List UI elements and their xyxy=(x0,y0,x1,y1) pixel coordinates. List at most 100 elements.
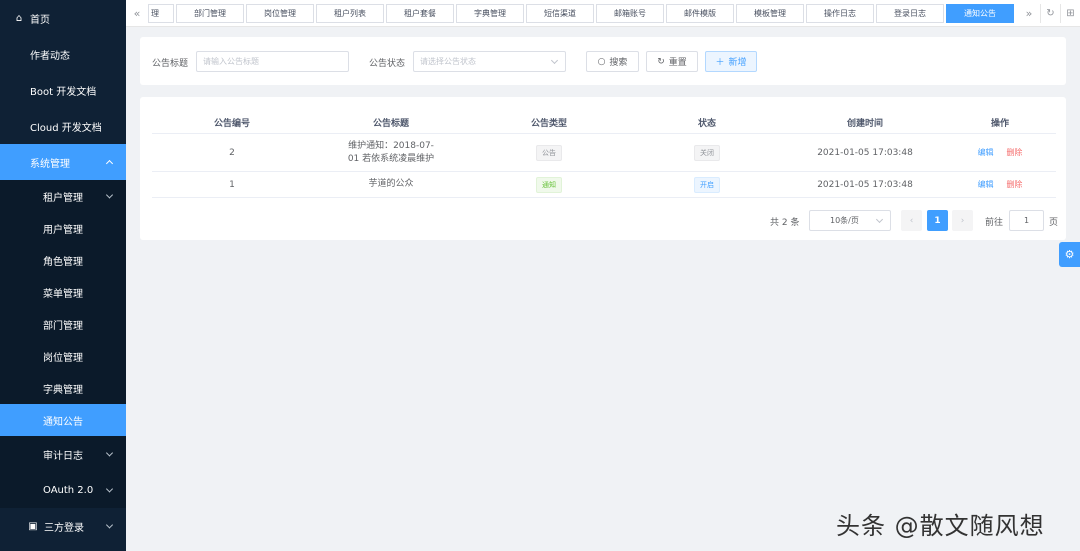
cell-id: 2 xyxy=(229,147,235,158)
delete-button[interactable]: 删除 xyxy=(1006,180,1022,189)
page-size-value: 10条/页 xyxy=(830,216,859,225)
tab-mail-account[interactable]: 邮箱账号 xyxy=(596,3,664,23)
chevron-down-icon xyxy=(105,449,114,457)
cell-title: 维护通知：2018-07-01 若依系统凌晨维护 xyxy=(347,140,435,164)
page-size-select[interactable]: 10条/页 xyxy=(809,210,891,231)
sidebar-item-label: 角色管理 xyxy=(43,256,83,268)
sidebar-item-label: OAuth 2.0 xyxy=(43,484,94,496)
sidebar-item-menus[interactable]: 菜单管理 xyxy=(0,276,126,308)
tabs-scroll-right-icon[interactable]: » xyxy=(1018,7,1040,20)
cell-actions: 编辑 删除 xyxy=(944,179,1056,190)
cell-type: 通知 xyxy=(470,176,628,193)
sidebar-item-system[interactable]: 系统管理 xyxy=(0,144,126,180)
tab-depts[interactable]: 部门管理 xyxy=(176,3,244,23)
reset-button-label: 重置 xyxy=(668,58,687,68)
tab-list: 理 部门管理 岗位管理 租户列表 租户套餐 字典管理 短信渠道 邮箱账号 邮件模… xyxy=(148,0,1018,27)
tab-login-log[interactable]: 登录日志 xyxy=(876,3,944,23)
cell-id: 1 xyxy=(229,179,235,190)
chevron-down-icon xyxy=(105,521,114,529)
title-input[interactable]: 请输入公告标题 xyxy=(196,51,349,72)
cell-created: 2021-01-05 17:03:48 xyxy=(817,179,913,190)
title-input-placeholder: 请输入公告标题 xyxy=(203,57,259,66)
third-party-icon: ▣ xyxy=(28,520,38,532)
cell-actions: 编辑 删除 xyxy=(944,147,1056,158)
sidebar-item-dict[interactable]: 字典管理 xyxy=(0,372,126,404)
table-row: 2 维护通知：2018-07-01 若依系统凌晨维护 公告 关闭 2021-01… xyxy=(152,134,1056,172)
sidebar-item-label: 三方登录 xyxy=(44,522,84,534)
pagination: 共 2 条 10条/页 ‹ 1 › 前往 1 页 xyxy=(140,210,1066,232)
sidebar-item-label: 通知公告 xyxy=(43,416,83,428)
sidebar-item-label: Boot 开发文档 xyxy=(30,86,97,98)
sidebar-item-label: 系统管理 xyxy=(30,158,70,170)
sidebar-item-label: 审计日志 xyxy=(43,450,83,462)
sidebar-item-third-party[interactable]: ▣ 三方登录 xyxy=(0,508,126,544)
sidebar-item-roles[interactable]: 角色管理 xyxy=(0,244,126,276)
sidebar-item-label: Cloud 开发文档 xyxy=(30,122,102,134)
title-label: 公告标题 xyxy=(152,59,189,69)
header-status: 状态 xyxy=(697,118,716,129)
goto-label: 前往 xyxy=(985,218,1004,228)
sidebar-item-cloud-docs[interactable]: Cloud 开发文档 xyxy=(0,108,126,144)
edit-button[interactable]: 编辑 xyxy=(978,180,994,189)
header-title: 公告标题 xyxy=(372,118,409,129)
tab-sms-channel[interactable]: 短信渠道 xyxy=(526,3,594,23)
watermark: 头条 @散文随风想 xyxy=(836,512,1045,540)
refresh-icon: ↻ xyxy=(657,56,665,67)
tab-dict[interactable]: 字典管理 xyxy=(456,3,524,23)
tab-notice[interactable]: 通知公告 xyxy=(946,3,1014,23)
status-tag: 关闭 xyxy=(694,144,720,161)
cell-status: 开启 xyxy=(628,176,786,193)
header-actions: 操作 xyxy=(990,118,1009,129)
add-button[interactable]: ＋ 新增 xyxy=(705,51,757,72)
tabs-scroll-left-icon[interactable]: « xyxy=(126,7,148,20)
sidebar-item-oauth[interactable]: OAuth 2.0 xyxy=(0,472,126,508)
sidebar-item-posts[interactable]: 岗位管理 xyxy=(0,340,126,372)
type-tag: 公告 xyxy=(536,144,562,161)
sidebar-item-home[interactable]: ⌂ 首页 xyxy=(0,0,126,36)
tab-tenant-package[interactable]: 租户套餐 xyxy=(386,3,454,23)
sidebar-item-label: 字典管理 xyxy=(43,384,83,396)
home-icon: ⌂ xyxy=(15,12,23,24)
grid-menu-icon[interactable]: ⊞ xyxy=(1060,3,1080,23)
tab-operate-log[interactable]: 操作日志 xyxy=(806,3,874,23)
tab-posts[interactable]: 岗位管理 xyxy=(246,3,314,23)
cell-type: 公告 xyxy=(470,144,628,161)
notice-table: 公告编号 公告标题 公告类型 状态 创建时间 操作 2 维护通知：2018-07… xyxy=(140,97,1066,240)
goto-page-input[interactable]: 1 xyxy=(1009,210,1044,231)
status-select[interactable]: 请选择公告状态 xyxy=(413,51,566,72)
tab-mail-template[interactable]: 邮件模版 xyxy=(666,3,734,23)
prev-page-button[interactable]: ‹ xyxy=(901,210,922,231)
status-tag: 开启 xyxy=(694,176,720,193)
chevron-up-icon xyxy=(105,159,114,168)
tab-template[interactable]: 模板管理 xyxy=(736,3,804,23)
search-button[interactable]: ○ 搜索 xyxy=(586,51,639,72)
sidebar-submenu: 租户管理 用户管理 角色管理 菜单管理 部门管理 岗位管理 字典管理 通知公告 … xyxy=(0,180,126,508)
reset-button[interactable]: ↻ 重置 xyxy=(646,51,698,72)
chevron-down-icon xyxy=(105,485,114,493)
sidebar: ⌂ 首页 作者动态 Boot 开发文档 Cloud 开发文档 系统管理 租户管理… xyxy=(0,0,126,551)
edit-button[interactable]: 编辑 xyxy=(978,148,994,157)
goto-unit: 页 xyxy=(1049,218,1059,228)
sidebar-item-users[interactable]: 用户管理 xyxy=(0,212,126,244)
add-button-label: 新增 xyxy=(728,58,747,68)
table-row: 1 芋道的公众 通知 开启 2021-01-05 17:03:48 编辑 删除 xyxy=(152,172,1056,198)
next-page-button[interactable]: › xyxy=(952,210,973,231)
sidebar-item-depts[interactable]: 部门管理 xyxy=(0,308,126,340)
gear-icon[interactable]: ⚙ xyxy=(1059,242,1080,267)
table-header: 公告编号 公告标题 公告类型 状态 创建时间 操作 xyxy=(152,111,1056,134)
cell-status: 关闭 xyxy=(628,144,786,161)
sidebar-item-audit[interactable]: 审计日志 xyxy=(0,436,126,472)
tab-tenant-list[interactable]: 租户列表 xyxy=(316,3,384,23)
refresh-icon[interactable]: ↻ xyxy=(1040,3,1060,23)
sidebar-item-notice[interactable]: 通知公告 xyxy=(0,404,126,436)
sidebar-item-label: 租户管理 xyxy=(43,192,83,204)
sidebar-item-label: 岗位管理 xyxy=(43,352,83,364)
sidebar-item-boot-docs[interactable]: Boot 开发文档 xyxy=(0,72,126,108)
page-number-button[interactable]: 1 xyxy=(927,210,948,231)
header-type: 公告类型 xyxy=(530,118,567,129)
pagination-total: 共 2 条 xyxy=(770,218,800,228)
delete-button[interactable]: 删除 xyxy=(1006,148,1022,157)
tab-partial[interactable]: 理 xyxy=(148,3,174,23)
sidebar-item-tenant[interactable]: 租户管理 xyxy=(0,180,126,212)
sidebar-item-author[interactable]: 作者动态 xyxy=(0,36,126,72)
